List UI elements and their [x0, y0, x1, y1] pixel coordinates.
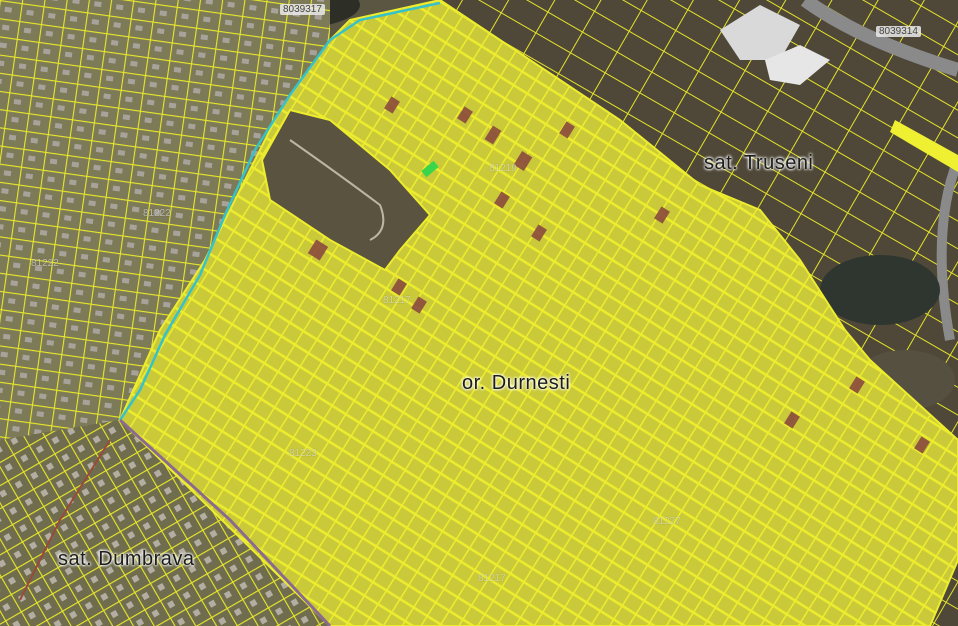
parcel-id-label: 81223 — [289, 448, 317, 459]
parcel-id-label: 8039314 — [876, 26, 921, 37]
map-canvas — [0, 0, 958, 626]
parcel-id-label: 8039317 — [280, 4, 325, 15]
parcel-id-label: 81217 — [478, 573, 506, 584]
parcel-id-label: 81222 — [31, 258, 59, 269]
cadastral-map[interactable]: 8039317 8039314 81219 81217 81222 81222 … — [0, 0, 958, 626]
parcel-id-label: 81217 — [383, 295, 411, 306]
village-label-truseni: sat. Truseni — [704, 152, 814, 174]
parcel-id-label: 81227 — [653, 516, 681, 527]
parcel-id-label: 81219 — [489, 163, 517, 174]
village-label-dumbrava: sat. Dumbrava — [58, 548, 195, 570]
locality-label-dumesti: or. Durnesti — [462, 372, 571, 394]
parcel-id-label: 81222 — [143, 208, 171, 219]
